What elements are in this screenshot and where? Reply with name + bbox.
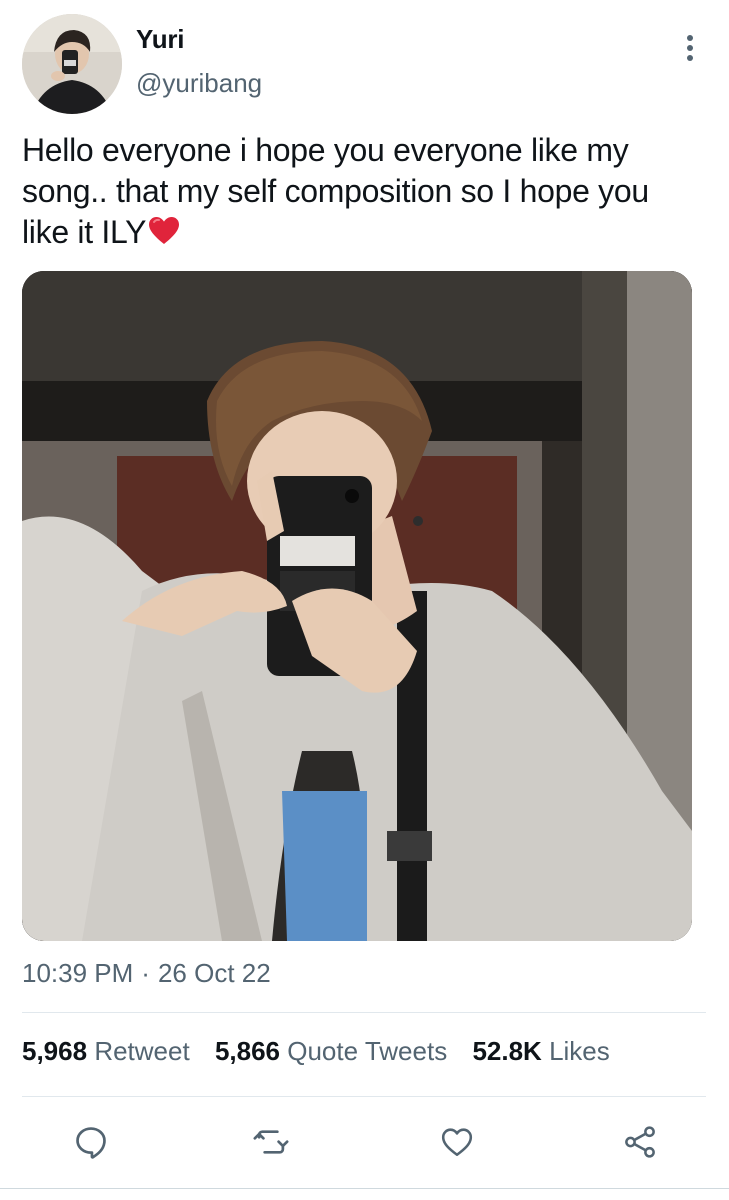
retweet-count-link[interactable]: 5,968 Retweet bbox=[22, 1036, 190, 1066]
share-button[interactable] bbox=[620, 1122, 660, 1162]
retweet-label: Retweet bbox=[94, 1036, 190, 1066]
retweet-button[interactable] bbox=[251, 1122, 291, 1162]
like-button[interactable] bbox=[437, 1122, 477, 1162]
divider bbox=[22, 1012, 706, 1013]
tweet-timestamp[interactable]: 10:39 PM · 26 Oct 22 bbox=[22, 958, 271, 989]
quote-count-link[interactable]: 5,866 Quote Tweets bbox=[215, 1036, 447, 1066]
avatar[interactable] bbox=[22, 14, 122, 114]
tweet-photo[interactable] bbox=[22, 271, 692, 941]
tweet-header: Yuri @yuribang bbox=[22, 14, 707, 114]
author-handle[interactable]: @yuribang bbox=[136, 68, 262, 99]
like-label: Likes bbox=[549, 1036, 610, 1066]
more-options-button[interactable] bbox=[673, 28, 707, 68]
tweet-date: 26 Oct 22 bbox=[157, 958, 271, 988]
like-count: 52.8K bbox=[472, 1036, 542, 1066]
photo-image bbox=[22, 271, 692, 941]
like-icon bbox=[441, 1128, 473, 1157]
tweet-text: Hello everyone i hope you everyone like … bbox=[22, 130, 702, 256]
tweet-stats: 5,968 Retweet 5,866 Quote Tweets 52.8K L… bbox=[22, 1036, 628, 1067]
meta-separator: · bbox=[141, 958, 150, 988]
reply-button[interactable] bbox=[71, 1122, 111, 1162]
quote-label: Quote Tweets bbox=[287, 1036, 448, 1066]
tweet-time: 10:39 PM bbox=[22, 958, 134, 988]
retweet-count: 5,968 bbox=[22, 1036, 88, 1066]
avatar-image bbox=[22, 14, 122, 114]
tweet-actions bbox=[0, 1122, 729, 1162]
red-heart-emoji-icon bbox=[148, 215, 180, 256]
share-icon bbox=[625, 1126, 655, 1158]
tweet-detail: Yuri @yuribang Hello everyone i hope you… bbox=[0, 0, 729, 1200]
more-vertical-icon bbox=[687, 35, 693, 61]
quote-count: 5,866 bbox=[214, 1036, 281, 1066]
retweet-icon bbox=[253, 1130, 289, 1154]
tweet-body: Hello everyone i hope you everyone like … bbox=[22, 132, 649, 250]
reply-icon bbox=[76, 1127, 106, 1159]
like-count-link[interactable]: 52.8K Likes bbox=[472, 1036, 609, 1066]
author-name[interactable]: Yuri bbox=[136, 24, 185, 55]
bottom-border bbox=[0, 1188, 729, 1189]
divider bbox=[22, 1096, 706, 1097]
